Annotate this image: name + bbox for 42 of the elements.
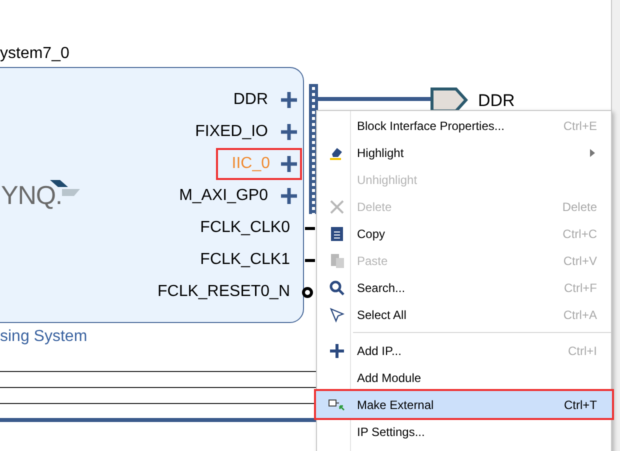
port-label[interactable]: FCLK_CLK1 bbox=[198, 246, 292, 274]
port-label[interactable]: FCLK_CLK0 bbox=[198, 214, 292, 242]
document-icon bbox=[330, 226, 344, 242]
shortcut-label: Ctrl+A bbox=[563, 306, 598, 324]
port-label[interactable]: M_AXI_GP0 bbox=[177, 182, 270, 210]
external-port-icon bbox=[328, 398, 346, 412]
menu-item[interactable]: Select All Ctrl+A bbox=[317, 301, 611, 328]
plus-icon bbox=[329, 342, 345, 358]
port-label[interactable]: FCLK_RESET0_N bbox=[156, 278, 292, 306]
menu-item[interactable]: Highlight bbox=[317, 139, 611, 166]
pin-stub bbox=[305, 259, 315, 262]
shortcut-label: Ctrl+T bbox=[564, 396, 598, 414]
plus-icon[interactable] bbox=[280, 91, 298, 109]
menu-item[interactable]: Copy Ctrl+C bbox=[317, 220, 611, 247]
menu-item[interactable]: Add IP... Ctrl+I bbox=[317, 337, 611, 364]
shortcut-label: Ctrl+E bbox=[563, 118, 598, 134]
port-label[interactable]: DDR bbox=[231, 86, 270, 114]
paste-icon bbox=[330, 252, 344, 268]
plus-icon[interactable] bbox=[280, 123, 298, 141]
menu-item[interactable]: IP Settings... bbox=[317, 418, 611, 445]
menu-item[interactable]: Block Interface Properties... Ctrl+E bbox=[317, 112, 611, 139]
plus-icon[interactable] bbox=[280, 155, 298, 173]
block-caption: sing System bbox=[0, 327, 88, 347]
shortcut-label: Ctrl+V bbox=[563, 252, 598, 270]
port-shape-icon[interactable] bbox=[430, 87, 468, 113]
shortcut-label: Ctrl+C bbox=[562, 226, 598, 242]
ip-block[interactable] bbox=[0, 67, 304, 323]
shortcut-label: Delete bbox=[562, 198, 598, 216]
shortcut-label: Ctrl+I bbox=[568, 342, 598, 360]
block-title: ystem7_0 bbox=[0, 44, 70, 64]
close-icon bbox=[329, 198, 345, 214]
menu-item[interactable]: Make External Ctrl+T bbox=[316, 391, 612, 418]
pin-stub bbox=[305, 227, 315, 230]
plus-icon[interactable] bbox=[280, 187, 298, 205]
logo-text: YNQ. bbox=[1, 179, 62, 212]
menu-item[interactable]: Search... Ctrl+F bbox=[317, 274, 611, 301]
port-label[interactable]: FIXED_IO bbox=[193, 118, 270, 146]
external-port-label: DDR bbox=[478, 90, 515, 112]
shortcut-label: Ctrl+F bbox=[564, 280, 598, 296]
cursor-icon bbox=[329, 306, 345, 322]
search-icon bbox=[329, 280, 345, 296]
menu-item[interactable]: Add Module bbox=[317, 364, 611, 391]
